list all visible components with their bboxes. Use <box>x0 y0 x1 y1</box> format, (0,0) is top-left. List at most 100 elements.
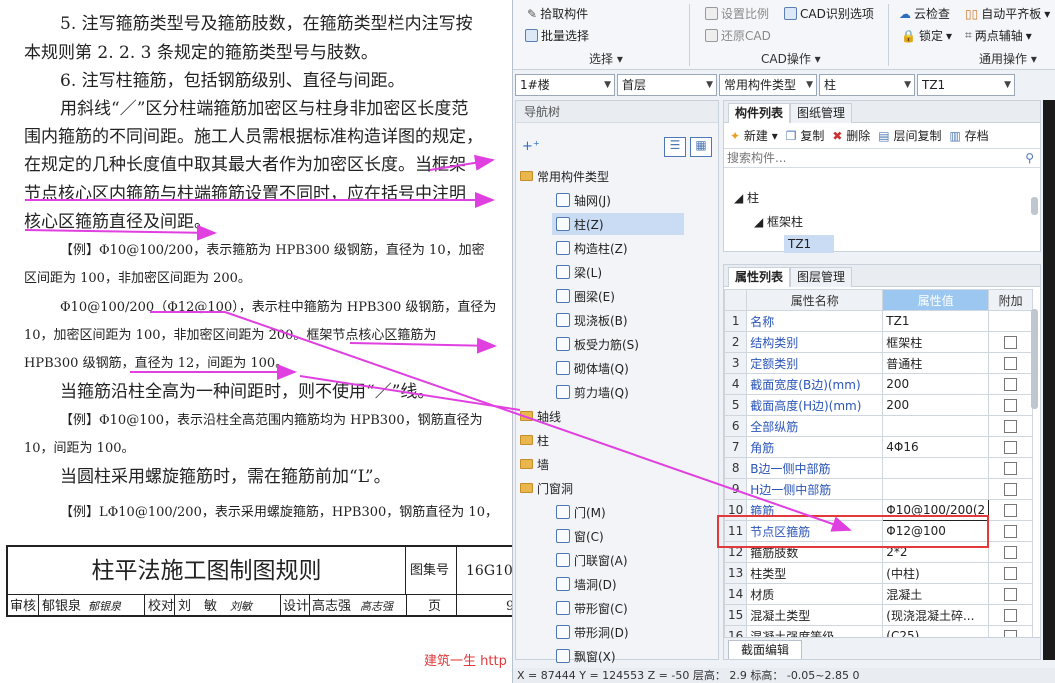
new-button[interactable]: ✦ 新建 ▾ <box>730 127 778 144</box>
add-icon[interactable]: +⁺ <box>522 139 540 154</box>
nav-item[interactable]: 柱 <box>516 429 720 451</box>
checkbox[interactable] <box>1004 462 1018 475</box>
property-row[interactable]: 15 混凝土类型 (现浇混凝土碎... <box>724 604 1034 626</box>
nav-item[interactable]: 圈梁(E) <box>516 285 720 307</box>
nav-item[interactable]: 墙洞(D) <box>516 573 720 595</box>
level-select[interactable]: 首层 ▼ <box>617 74 717 96</box>
nav-item-label: 门联窗(A) <box>574 553 628 568</box>
floor-select[interactable]: 1#楼 ▼ <box>515 74 615 96</box>
checkbox[interactable] <box>1004 378 1018 391</box>
tab-property-list[interactable]: 属性列表 <box>728 267 791 287</box>
checkbox[interactable] <box>1004 441 1018 454</box>
component-kind-select[interactable]: 柱 ▼ <box>819 74 915 96</box>
nav-item[interactable]: 砌体墙(Q) <box>516 357 720 379</box>
property-value[interactable]: 混凝土 <box>882 583 990 605</box>
save-button[interactable]: ▥ 存档 <box>949 127 988 144</box>
checkbox[interactable] <box>1004 525 1018 538</box>
component-type-select[interactable]: 常用构件类型 ▼ <box>719 74 817 96</box>
grid-view-icon[interactable]: ▦ <box>690 137 712 157</box>
section-edit-button[interactable]: 截面编辑 <box>728 640 803 659</box>
property-row[interactable]: 6 全部纵筋 <box>724 415 1034 437</box>
checkbox[interactable] <box>1004 609 1018 622</box>
tree-node-column[interactable]: ◢ 柱 <box>734 189 759 206</box>
component-search[interactable]: ⚲ <box>724 148 1040 168</box>
scrollbar[interactable] <box>1031 309 1038 409</box>
property-row[interactable]: 5 截面高度(H边)(mm) 200 <box>724 394 1034 416</box>
property-value[interactable]: 4Φ16 <box>882 436 990 458</box>
property-value[interactable]: 200 <box>882 373 990 395</box>
property-value[interactable]: (中柱) <box>882 562 990 584</box>
tree-node-tz1[interactable]: TZ1 <box>784 235 834 253</box>
nav-item[interactable]: 门(M) <box>516 501 720 523</box>
property-value[interactable]: 框架柱 <box>882 331 990 353</box>
pick-component-button[interactable]: ✎ 拾取构件 <box>527 5 588 22</box>
group-cad-label[interactable]: CAD操作 ▾ <box>761 50 821 67</box>
nav-item[interactable]: 现浇板(B) <box>516 309 720 331</box>
set-scale-button[interactable]: 设置比例 <box>705 5 769 22</box>
checkbox[interactable] <box>1004 357 1018 370</box>
tab-component-list[interactable]: 构件列表 <box>728 103 791 123</box>
group-common-label[interactable]: 通用操作 ▾ <box>979 50 1037 67</box>
nav-item[interactable]: 板受力筋(S) <box>516 333 720 355</box>
checkbox[interactable] <box>1004 567 1018 580</box>
property-value[interactable]: (现浇混凝土碎... <box>882 604 990 626</box>
checkbox[interactable] <box>1004 420 1018 433</box>
two-point-axis-button[interactable]: ⌗ 两点辅轴 ▾ <box>965 27 1032 44</box>
property-row[interactable]: 13 柱类型 (中柱) <box>724 562 1034 584</box>
nav-item[interactable]: 剪力墙(Q) <box>516 381 720 403</box>
nav-item[interactable]: 柱(Z) <box>552 213 684 235</box>
nav-item[interactable]: 门窗洞 <box>516 477 720 499</box>
tree-node-frame-column[interactable]: ◢ 框架柱 <box>754 213 803 230</box>
checkbox[interactable] <box>1004 336 1018 349</box>
scrollbar[interactable] <box>1031 197 1038 215</box>
property-value[interactable] <box>882 457 990 479</box>
property-value[interactable] <box>882 478 990 500</box>
checkbox[interactable] <box>1004 483 1018 496</box>
property-row[interactable]: 14 材质 混凝土 <box>724 583 1034 605</box>
nav-item[interactable]: 常用构件类型 <box>516 165 720 187</box>
nav-item[interactable]: 墙 <box>516 453 720 475</box>
property-row[interactable]: 1 名称 TZ1 <box>724 310 1034 332</box>
property-row[interactable]: 7 角筋 4Φ16 <box>724 436 1034 458</box>
lock-button[interactable]: 🔒 锁定 ▾ <box>901 27 952 44</box>
property-value[interactable]: 200 <box>882 394 990 416</box>
checkbox[interactable] <box>1004 588 1018 601</box>
nav-item[interactable]: 门联窗(A) <box>516 549 720 571</box>
property-table: 属性名称 属性值 附加 1 名称 TZ1 2 结构类别 框架柱 3 定额类别 普通柱 4 截面宽度(… <box>724 289 1034 647</box>
floor-copy-button[interactable]: ▤ 层间复制 <box>878 127 941 144</box>
drawing-viewport[interactable] <box>1043 100 1055 660</box>
list-view-icon[interactable]: ☰ <box>664 137 686 157</box>
tab-layer-management[interactable]: 图层管理 <box>790 267 853 287</box>
auto-align-slab-button[interactable]: ▯▯ 自动平齐板 ▾ <box>965 5 1050 22</box>
nav-item[interactable]: 窗(C) <box>516 525 720 547</box>
property-row[interactable]: 9 H边一侧中部筋 <box>724 478 1034 500</box>
property-row[interactable]: 2 结构类别 框架柱 <box>724 331 1034 353</box>
property-row[interactable]: 3 定额类别 普通柱 <box>724 352 1034 374</box>
checkbox[interactable] <box>1004 504 1018 517</box>
nav-item[interactable]: 轴线 <box>516 405 720 427</box>
restore-cad-button[interactable]: 还原CAD <box>705 27 771 44</box>
component-name-select[interactable]: TZ1 ▼ <box>917 74 1015 96</box>
batch-select-button[interactable]: 批量选择 <box>525 27 589 44</box>
nav-item[interactable]: 梁(L) <box>516 261 720 283</box>
nav-item[interactable]: 轴网(J) <box>516 189 720 211</box>
property-row[interactable]: 8 B边一侧中部筋 <box>724 457 1034 479</box>
property-row[interactable]: 4 截面宽度(B边)(mm) 200 <box>724 373 1034 395</box>
tab-drawing-management[interactable]: 图纸管理 <box>790 103 853 123</box>
property-value[interactable] <box>882 415 990 437</box>
component-search-input[interactable] <box>724 149 1014 167</box>
nav-item[interactable]: 带形洞(D) <box>516 621 720 643</box>
property-value[interactable]: TZ1 <box>882 310 990 332</box>
nav-item[interactable]: 构造柱(Z) <box>516 237 720 259</box>
cloud-check-button[interactable]: ☁ 云检查 <box>899 5 950 22</box>
property-value[interactable]: 普通柱 <box>882 352 990 374</box>
nav-item[interactable]: 带形窗(C) <box>516 597 720 619</box>
checkbox[interactable] <box>1004 399 1018 412</box>
nav-item[interactable]: 飘窗(X) <box>516 645 720 667</box>
group-select-label[interactable]: 选择 ▾ <box>589 50 623 67</box>
delete-button[interactable]: ✖ 删除 <box>832 127 870 144</box>
search-icon[interactable]: ⚲ <box>1025 151 1034 165</box>
copy-button[interactable]: ❐ 复制 <box>786 127 825 144</box>
cad-options-button[interactable]: CAD识别选项 <box>784 5 874 22</box>
checkbox[interactable] <box>1004 546 1018 559</box>
